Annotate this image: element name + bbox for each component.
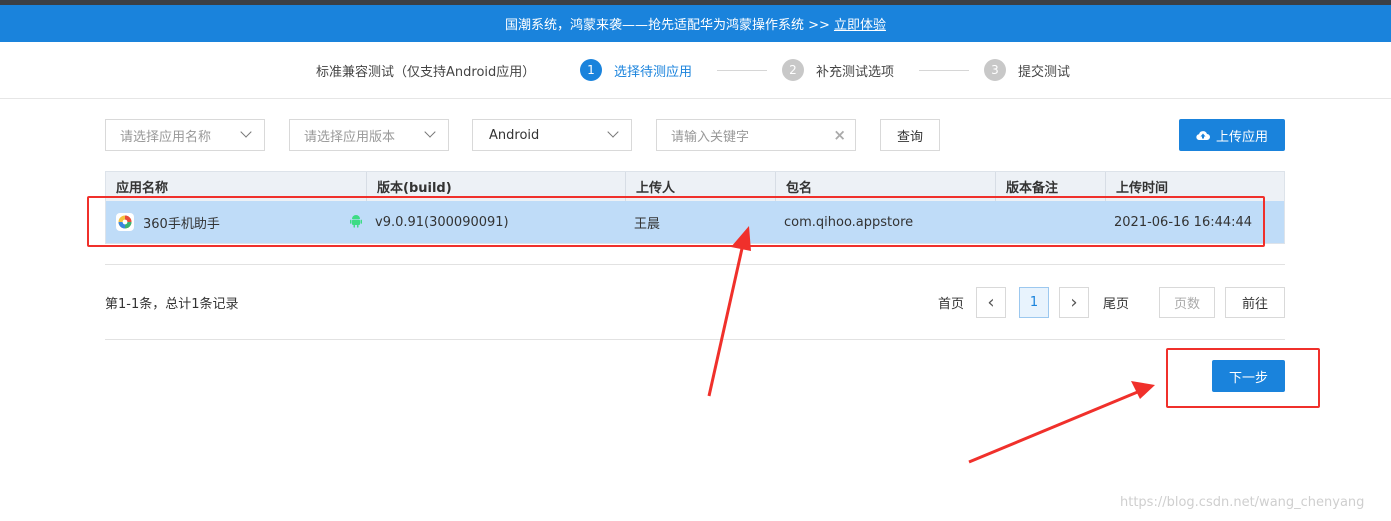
keyword-input[interactable]: 请输入关键字 ×: [656, 119, 856, 151]
step-bar: 标准兼容测试（仅支持Android应用） 1 选择待测应用 2 补充测试选项 3…: [0, 42, 1391, 99]
chevron-right-icon: ›: [1070, 292, 1078, 313]
prev-page-button[interactable]: ‹: [976, 287, 1006, 318]
go-label: 前往: [1241, 297, 1268, 312]
next-page-button[interactable]: ›: [1059, 287, 1089, 318]
banner-try-link[interactable]: 立即体验: [834, 14, 886, 33]
step-submit: 3 提交测试: [984, 59, 1070, 81]
chevron-left-icon: ‹: [987, 292, 995, 313]
page-button-1[interactable]: 1: [1019, 287, 1049, 318]
query-label: 查询: [896, 129, 923, 145]
step-label: 提交测试: [1018, 64, 1071, 80]
chevron-down-icon: [240, 126, 252, 138]
record-count: 第1-1条，总计1条记录: [105, 297, 239, 312]
step-connector: [717, 70, 767, 71]
go-page-button[interactable]: 前往: [1225, 287, 1285, 318]
step-label: 补充测试选项: [816, 64, 895, 80]
last-page-link[interactable]: 尾页: [1103, 293, 1129, 312]
platform-value: Android: [489, 127, 540, 143]
current-page: 1: [1029, 295, 1039, 310]
app-version-placeholder: 请选择应用版本: [304, 129, 396, 145]
test-mode-label: 标准兼容测试（仅支持Android应用）: [316, 65, 536, 80]
chevron-down-icon: [607, 126, 619, 138]
promo-banner: 国潮系统，鸿蒙来袭——抢先适配华为鸿蒙操作系统 >> 立即体验: [0, 5, 1391, 42]
annotation-highlight-row: [87, 196, 1265, 247]
app-version-select[interactable]: 请选择应用版本: [289, 119, 449, 151]
upload-label: 上传应用: [1215, 129, 1268, 145]
step-select-app: 1 选择待测应用: [580, 59, 692, 81]
step-number: 2: [782, 59, 804, 81]
divider: [105, 264, 1285, 265]
divider: [105, 339, 1285, 340]
annotation-arrow-up: [707, 243, 745, 397]
annotation-arrow-right: [968, 389, 1141, 464]
query-button[interactable]: 查询: [880, 119, 940, 151]
page: 国潮系统，鸿蒙来袭——抢先适配华为鸿蒙操作系统 >> 立即体验 标准兼容测试（仅…: [0, 0, 1391, 521]
banner-text: 国潮系统，鸿蒙来袭——抢先适配华为鸿蒙操作系统 >>: [505, 18, 830, 33]
step-number: 3: [984, 59, 1006, 81]
platform-select[interactable]: Android: [472, 119, 632, 151]
annotation-highlight-next: [1166, 348, 1320, 408]
page-input-placeholder: 页数: [1173, 297, 1200, 312]
page-number-input[interactable]: 页数: [1159, 287, 1215, 318]
chevron-down-icon: [424, 126, 436, 138]
step-number: 1: [580, 59, 602, 81]
app-name-placeholder: 请选择应用名称: [120, 129, 212, 145]
watermark: https://blog.csdn.net/wang_chenyang: [1120, 495, 1365, 510]
app-name-select[interactable]: 请选择应用名称: [105, 119, 265, 151]
step-label: 选择待测应用: [614, 64, 693, 80]
clear-icon[interactable]: ×: [833, 126, 846, 144]
step-connector: [919, 70, 969, 71]
annotation-arrowhead-right: [1131, 381, 1155, 399]
upload-app-button[interactable]: 上传应用: [1179, 119, 1285, 151]
keyword-placeholder: 请输入关键字: [671, 129, 750, 145]
first-page-link[interactable]: 首页: [938, 293, 964, 312]
step-test-options: 2 补充测试选项: [782, 59, 894, 81]
cloud-upload-icon: [1196, 131, 1210, 141]
